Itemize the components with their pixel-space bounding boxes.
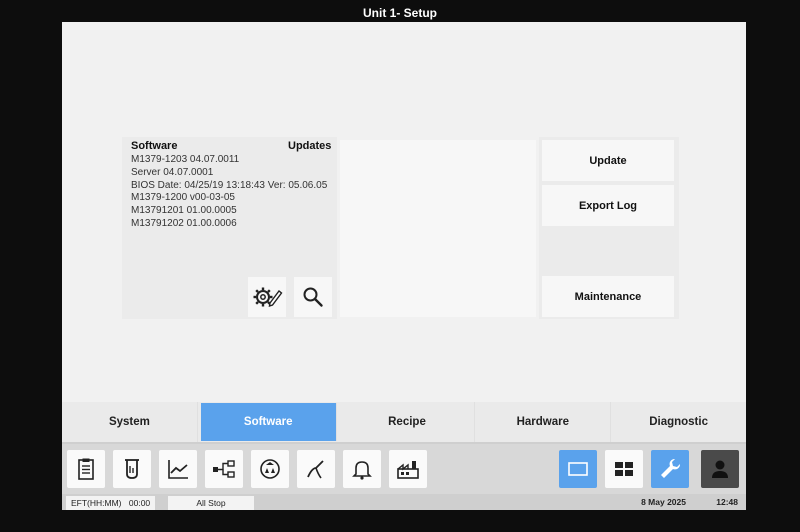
version-line: BIOS Date: 04/25/19 13:18:43 Ver: 05.06.…	[131, 179, 328, 191]
clipboard-icon	[78, 458, 94, 480]
recycle-shield-button[interactable]	[251, 450, 289, 488]
recycle-shield-icon	[260, 459, 280, 479]
probe-button[interactable]	[297, 450, 335, 488]
status-date: 8 May 2025	[641, 497, 686, 507]
wrench-icon	[661, 458, 681, 478]
update-button[interactable]: Update	[542, 140, 674, 181]
software-panel: Software Updates M1379-1203 04.07.0011 S…	[122, 137, 337, 319]
version-line: M1379-1200 v00-03-05	[131, 192, 235, 204]
export-log-button[interactable]: Export Log	[542, 185, 674, 226]
settings-edit-button[interactable]	[248, 277, 286, 317]
maintenance-button[interactable]: Maintenance	[542, 276, 674, 317]
tab-recipe[interactable]: Recipe	[340, 402, 476, 442]
setup-screen: Software Updates M1379-1203 04.07.0011 S…	[62, 22, 746, 510]
flow-diagram-icon	[213, 460, 235, 478]
test-tube-icon	[125, 459, 139, 479]
software-heading: Software	[131, 140, 178, 152]
clipboard-button[interactable]	[67, 450, 105, 488]
factory-icon	[397, 461, 419, 479]
search-button[interactable]	[294, 277, 332, 317]
gear-pencil-icon	[253, 287, 283, 308]
alarm-button[interactable]	[343, 450, 381, 488]
tab-system[interactable]: System	[62, 402, 198, 442]
eft-label: EFT(HH:MM)	[71, 498, 122, 508]
plant-button[interactable]	[389, 450, 427, 488]
trend-chart-button[interactable]	[159, 450, 197, 488]
version-line: M13791201 01.00.0005	[131, 205, 237, 217]
bell-icon	[352, 461, 372, 480]
grid-window-button[interactable]	[605, 450, 643, 488]
eft-value: 00:00	[128, 498, 151, 508]
single-window-button[interactable]	[559, 450, 597, 488]
status-time: 12:48	[716, 497, 738, 507]
bottom-toolbar	[62, 442, 746, 494]
updates-heading: Updates	[288, 140, 332, 152]
version-line: M13791202 01.00.0006	[131, 217, 237, 229]
flow-diagram-button[interactable]	[205, 450, 243, 488]
version-line: Server 04.07.0001	[131, 166, 214, 178]
probe-icon	[307, 460, 324, 479]
window-title: Unit 1- Setup	[363, 6, 437, 20]
setup-button[interactable]	[651, 450, 689, 488]
version-list: M1379-1203 04.07.0011 Server 04.07.0001 …	[131, 154, 327, 231]
tab-diagnostic[interactable]: Diagnostic	[611, 402, 746, 442]
single-window-icon	[568, 462, 588, 476]
main-content: Software Updates M1379-1203 04.07.0011 S…	[62, 22, 746, 402]
tab-software[interactable]: Software	[200, 403, 337, 441]
trend-chart-icon	[168, 460, 188, 479]
all-stop-button[interactable]: All Stop	[168, 496, 254, 510]
grid-window-icon	[615, 462, 633, 476]
tab-hardware[interactable]: Hardware	[475, 402, 612, 442]
user-icon	[712, 460, 728, 478]
eft-readout: EFT(HH:MM) 00:00	[66, 496, 156, 510]
tab-bar: System Software Recipe Hardware Diagnost…	[62, 402, 746, 442]
user-button[interactable]	[701, 450, 739, 488]
magnifier-icon	[303, 287, 323, 307]
test-tube-button[interactable]	[113, 450, 151, 488]
status-bar: EFT(HH:MM) 00:00 All Stop 8 May 2025 12:…	[62, 494, 746, 510]
updates-list-area[interactable]	[340, 140, 536, 317]
version-line: M1379-1203 04.07.0011	[131, 154, 240, 165]
